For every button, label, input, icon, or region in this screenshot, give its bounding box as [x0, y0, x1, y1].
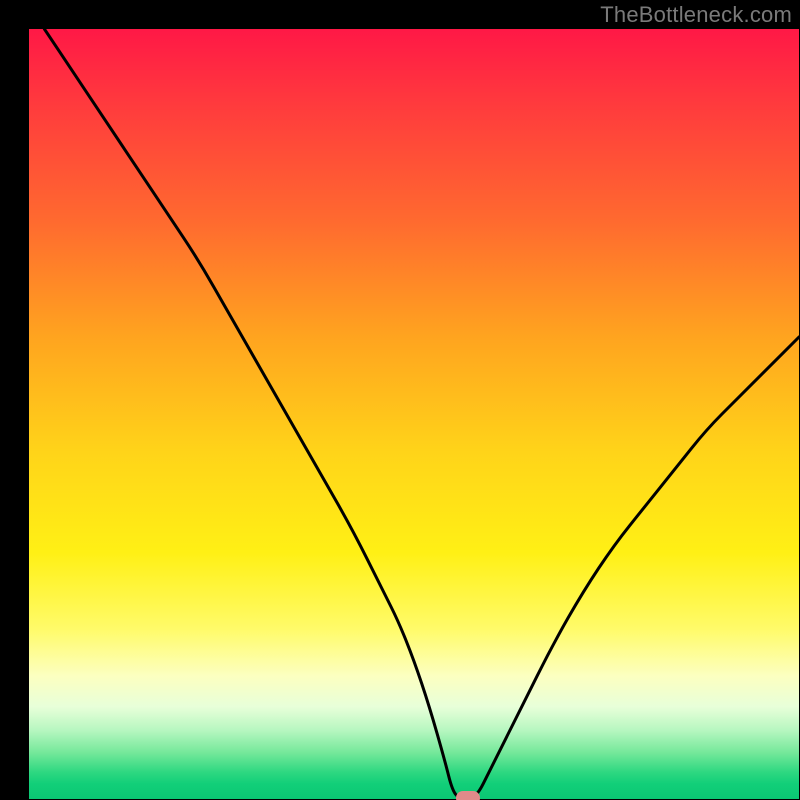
bottleneck-curve: [29, 29, 799, 799]
chart-container: TheBottleneck.com: [0, 0, 800, 800]
plot-area: [29, 29, 799, 799]
optimal-point-marker: [456, 791, 480, 800]
watermark-text: TheBottleneck.com: [600, 2, 792, 28]
